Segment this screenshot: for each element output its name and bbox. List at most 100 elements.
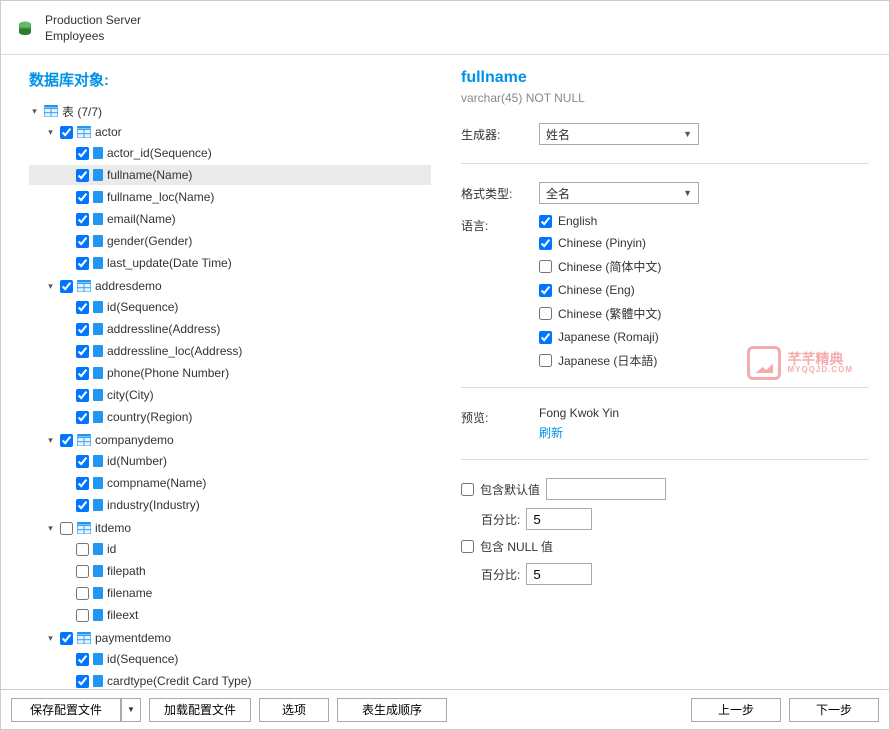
column-name[interactable]: phone(Phone Number): [107, 366, 229, 380]
language-option[interactable]: Japanese (Romaji): [539, 330, 661, 344]
tree-root-label: 表 (7/7): [62, 103, 102, 120]
column-checkbox[interactable]: [76, 499, 89, 512]
load-profile-button[interactable]: 加载配置文件: [149, 698, 251, 722]
percent-input-2[interactable]: [526, 563, 592, 585]
percent-input-1[interactable]: [526, 508, 592, 530]
column-name[interactable]: fullname(Name): [107, 168, 192, 182]
column-checkbox[interactable]: [76, 235, 89, 248]
table-checkbox[interactable]: [60, 522, 73, 535]
percent-label-1: 百分比:: [481, 511, 520, 528]
column-title: fullname: [461, 69, 869, 87]
column-checkbox[interactable]: [76, 543, 89, 556]
column-name[interactable]: gender(Gender): [107, 234, 192, 248]
save-profile-dropdown[interactable]: ▼: [121, 698, 141, 722]
caret-icon[interactable]: ▾: [45, 633, 56, 644]
column-name[interactable]: last_update(Date Time): [107, 256, 232, 270]
default-value-input[interactable]: [546, 478, 666, 500]
next-button[interactable]: 下一步: [789, 698, 879, 722]
caret-icon[interactable]: ▾: [45, 127, 56, 138]
language-option[interactable]: Japanese (日本語): [539, 352, 661, 369]
column-name[interactable]: compname(Name): [107, 476, 206, 490]
column-name[interactable]: id(Sequence): [107, 300, 178, 314]
column-icon: [93, 323, 103, 335]
column-icon: [93, 389, 103, 401]
language-option[interactable]: Chinese (繁體中文): [539, 305, 661, 322]
table-name[interactable]: paymentdemo: [95, 631, 171, 645]
column-name[interactable]: filename: [107, 586, 152, 600]
column-checkbox[interactable]: [76, 301, 89, 314]
column-checkbox[interactable]: [76, 389, 89, 402]
column-name[interactable]: addressline_loc(Address): [107, 344, 242, 358]
save-profile-button[interactable]: 保存配置文件: [11, 698, 121, 722]
column-checkbox[interactable]: [76, 345, 89, 358]
column-name[interactable]: fullname_loc(Name): [107, 190, 214, 204]
column-checkbox[interactable]: [76, 169, 89, 182]
column-name[interactable]: city(City): [107, 388, 154, 402]
column-icon: [93, 477, 103, 489]
column-checkbox[interactable]: [76, 587, 89, 600]
column-checkbox[interactable]: [76, 565, 89, 578]
options-button[interactable]: 选项: [259, 698, 329, 722]
column-name[interactable]: cardtype(Credit Card Type): [107, 674, 252, 688]
column-icon: [93, 345, 103, 357]
column-name[interactable]: id(Number): [107, 454, 167, 468]
language-option[interactable]: English: [539, 214, 661, 228]
column-name[interactable]: filepath: [107, 564, 146, 578]
column-icon: [93, 653, 103, 665]
column-name[interactable]: id: [107, 542, 116, 556]
database-name: Employees: [45, 29, 141, 45]
table-name[interactable]: companydemo: [95, 433, 174, 447]
refresh-link[interactable]: 刷新: [539, 424, 619, 441]
language-label: Japanese (日本語): [558, 352, 657, 369]
language-checkbox[interactable]: [539, 354, 552, 367]
language-option[interactable]: Chinese (Pinyin): [539, 236, 661, 250]
column-name[interactable]: industry(Industry): [107, 498, 200, 512]
left-panel: 数据库对象: ▾表 (7/7)▾actor▾actor_id(Sequence)…: [1, 55, 441, 693]
column-checkbox[interactable]: [76, 213, 89, 226]
prev-button[interactable]: 上一步: [691, 698, 781, 722]
table-checkbox[interactable]: [60, 126, 73, 139]
column-checkbox[interactable]: [76, 609, 89, 622]
language-checkbox[interactable]: [539, 215, 552, 228]
column-name[interactable]: addressline(Address): [107, 322, 220, 336]
column-name[interactable]: country(Region): [107, 410, 192, 424]
table-order-button[interactable]: 表生成顺序: [337, 698, 447, 722]
caret-icon[interactable]: ▾: [45, 281, 56, 292]
table-checkbox[interactable]: [60, 280, 73, 293]
language-checkbox[interactable]: [539, 331, 552, 344]
column-checkbox[interactable]: [76, 191, 89, 204]
column-checkbox[interactable]: [76, 653, 89, 666]
percent-label-2: 百分比:: [481, 566, 520, 583]
caret-icon[interactable]: ▾: [29, 106, 40, 117]
column-icon: [93, 257, 103, 269]
include-null-checkbox[interactable]: [461, 540, 474, 553]
column-name[interactable]: email(Name): [107, 212, 176, 226]
column-checkbox[interactable]: [76, 257, 89, 270]
language-checkbox[interactable]: [539, 307, 552, 320]
table-checkbox[interactable]: [60, 434, 73, 447]
column-name[interactable]: fileext: [107, 608, 138, 622]
table-name[interactable]: itdemo: [95, 521, 131, 535]
generator-select[interactable]: 姓名 ▼: [539, 123, 699, 145]
column-checkbox[interactable]: [76, 477, 89, 490]
caret-icon[interactable]: ▾: [45, 523, 56, 534]
table-name[interactable]: actor: [95, 125, 122, 139]
language-checkbox[interactable]: [539, 284, 552, 297]
language-option[interactable]: Chinese (简体中文): [539, 258, 661, 275]
column-checkbox[interactable]: [76, 323, 89, 336]
column-checkbox[interactable]: [76, 411, 89, 424]
table-checkbox[interactable]: [60, 632, 73, 645]
language-checkbox[interactable]: [539, 237, 552, 250]
include-default-checkbox[interactable]: [461, 483, 474, 496]
language-option[interactable]: Chinese (Eng): [539, 283, 661, 297]
column-checkbox[interactable]: [76, 147, 89, 160]
format-select[interactable]: 全名 ▼: [539, 182, 699, 204]
language-checkbox[interactable]: [539, 260, 552, 273]
column-name[interactable]: id(Sequence): [107, 652, 178, 666]
column-checkbox[interactable]: [76, 455, 89, 468]
column-checkbox[interactable]: [76, 367, 89, 380]
column-checkbox[interactable]: [76, 675, 89, 688]
table-name[interactable]: addresdemo: [95, 279, 162, 293]
caret-icon[interactable]: ▾: [45, 435, 56, 446]
column-name[interactable]: actor_id(Sequence): [107, 146, 212, 160]
